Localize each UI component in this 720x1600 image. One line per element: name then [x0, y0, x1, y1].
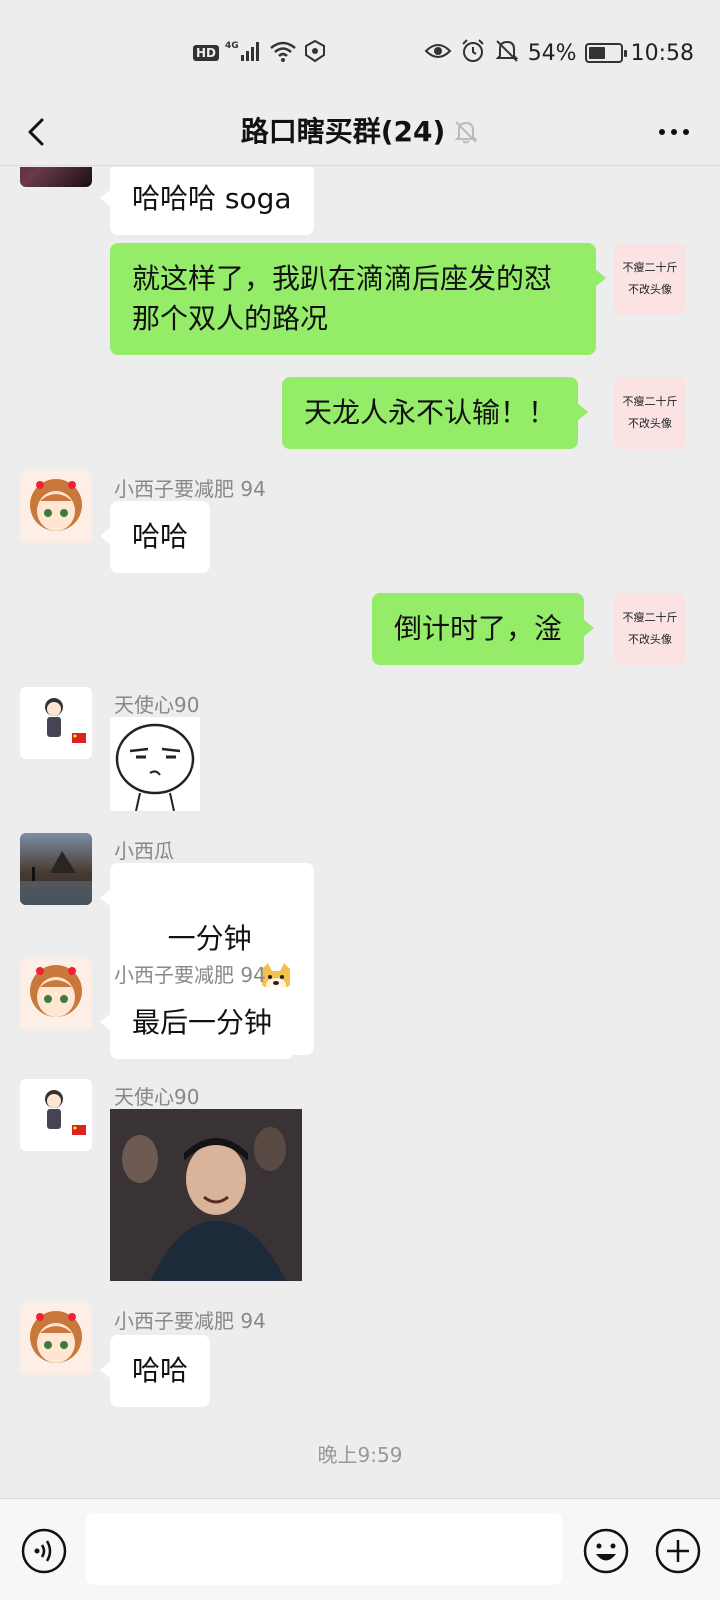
voice-button[interactable] [20, 1527, 68, 1575]
avatar-text: 不改头像 [628, 283, 672, 296]
sender-name: 小西子要减肥 94 [114, 963, 266, 987]
anime-girl-avatar-icon [30, 479, 82, 531]
eye-icon [424, 39, 452, 67]
status-right: 54% 10:58 [424, 38, 694, 68]
avatar[interactable] [20, 687, 92, 759]
sender-name: 小西瓜 [114, 839, 174, 863]
message-bubble[interactable]: 哈哈哈 soga [100, 167, 314, 235]
more-dots-icon [659, 129, 689, 135]
chibi-avatar-icon [45, 698, 86, 743]
avatar[interactable] [20, 471, 92, 543]
battery-icon [584, 43, 627, 63]
notification-off-icon [494, 38, 520, 68]
sender-name: 小西子要减肥 94 [114, 477, 266, 501]
self-avatar[interactable]: 不瘦二十斤 不改头像 [614, 243, 686, 315]
hd-badge: HD [193, 45, 220, 61]
emoji-icon [583, 1528, 629, 1574]
wifi-icon [269, 39, 297, 67]
sender-name: 天使心90 [114, 693, 200, 717]
avatar-text: 不瘦二十斤 [622, 261, 678, 274]
message-bubble[interactable]: 最后一分钟 [99, 987, 295, 1059]
emoji-button[interactable] [582, 1527, 630, 1575]
more-button[interactable] [654, 120, 694, 144]
avatar-text: 不改头像 [628, 633, 672, 646]
avatar[interactable] [20, 833, 92, 905]
message-text: 一分钟 [167, 922, 252, 955]
avatar[interactable] [20, 167, 92, 187]
chat-header: 路口瞎买群(24) [0, 100, 720, 166]
avatar[interactable] [20, 1079, 92, 1151]
avatar-text: 不瘦二十斤 [622, 395, 678, 408]
avatar-text: 不改头像 [628, 417, 672, 430]
self-avatar[interactable]: 不瘦二十斤 不改头像 [614, 377, 686, 449]
avatar-text: 不瘦二十斤 [622, 611, 678, 624]
clock: 10:58 [630, 40, 694, 66]
battery-fill [588, 47, 605, 59]
message-list[interactable]: 哈哈哈 soga 就这样了，我趴在滴滴后座发的怼 那个双人的路况 不瘦二十斤 不… [0, 167, 720, 1497]
status-left: HD 4G [193, 38, 327, 68]
self-avatar[interactable]: 不瘦二十斤 不改头像 [614, 593, 686, 665]
chat-title: 路口瞎买群(24) [240, 115, 446, 148]
chat-title-wrap[interactable]: 路口瞎买群(24) [0, 110, 720, 154]
sender-name: 小西子要减肥 94 [114, 1309, 266, 1333]
message-bubble[interactable]: 哈哈 [99, 501, 211, 573]
avatar[interactable] [20, 957, 92, 1029]
sender-name: 天使心90 [114, 1085, 200, 1109]
battery-percent: 54% [527, 40, 577, 66]
anime-girl-avatar-icon [30, 965, 82, 1017]
message-bubble[interactable]: 就这样了，我趴在滴滴后座发的怼 那个双人的路况 [110, 243, 606, 355]
doge-emoji-icon [258, 881, 294, 992]
status-bar: HD 4G 54% 10:58 [0, 0, 720, 100]
plus-circle-icon [655, 1528, 701, 1574]
message-input[interactable] [86, 1513, 562, 1585]
more-features-button[interactable] [654, 1527, 702, 1575]
photo-message[interactable] [110, 1109, 302, 1281]
message-bubble[interactable]: 倒计时了，淦 [372, 593, 595, 665]
chibi-avatar-icon [45, 1090, 86, 1135]
signal-icon: 4G [225, 39, 263, 67]
alarm-icon [460, 38, 486, 68]
sticker-image[interactable] [110, 717, 200, 812]
bell-off-icon [453, 114, 479, 144]
smirk-face-sticker-icon [115, 723, 195, 812]
message-bubble[interactable]: 哈哈 [99, 1335, 211, 1407]
network-type: 4G [225, 41, 239, 51]
beach-photo-avatar-icon [20, 851, 92, 905]
message-bubble[interactable]: 天龙人永不认输！！ [282, 377, 589, 449]
voice-icon [21, 1528, 67, 1574]
avatar[interactable] [20, 1303, 92, 1375]
time-divider: 晚上9:59 [317, 1443, 403, 1467]
anime-girl-avatar-icon [30, 1311, 82, 1363]
input-bar [0, 1498, 720, 1600]
shield-icon [303, 39, 327, 67]
movie-still-photo-icon [110, 1109, 302, 1281]
